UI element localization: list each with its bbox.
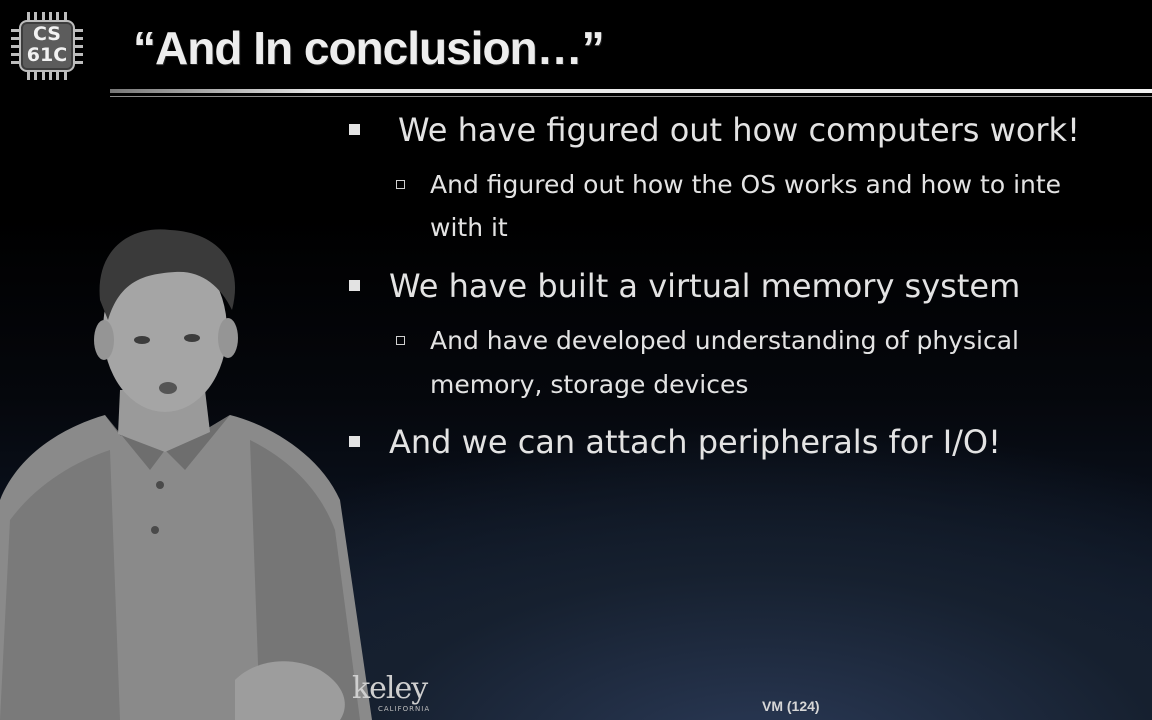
bullet-2-text: We have built a virtual memory system <box>389 267 1021 305</box>
slide: CS 61C “And In conclusion…” We have figu… <box>0 0 1152 720</box>
sub-bullet-marker <box>396 180 405 189</box>
bullet-2-sub-line-2: memory, storage devices <box>430 370 749 399</box>
bullet-2-sub-line-1: And have developed understanding of phys… <box>430 326 1020 355</box>
bullet-1-sub-line-2: with it <box>430 213 508 242</box>
berkeley-logo-sub: CALIFORNIA <box>378 705 431 713</box>
bullet-1-text: We have figured out how computers work! <box>398 111 1080 149</box>
cs61c-logo: CS 61C <box>11 12 83 80</box>
bullet-3-text: And we can attach peripherals for I/O! <box>389 423 1001 461</box>
logo-line-1: CS <box>33 23 61 45</box>
title-divider-thin <box>110 96 1152 97</box>
presenter-video-overlay <box>0 229 372 720</box>
bullet-marker <box>349 124 360 135</box>
logo-line-2: 61C <box>26 44 68 66</box>
sub-bullet-marker <box>396 336 405 345</box>
slide-title: “And In conclusion…” <box>133 22 605 74</box>
title-divider <box>110 89 1152 93</box>
berkeley-logo: keley <box>352 671 428 706</box>
bullet-1-sub-line-1: And figured out how the OS works and how… <box>430 170 1062 199</box>
slide-page-number: VM (124) <box>762 698 820 714</box>
logo-text: CS 61C <box>21 24 73 66</box>
